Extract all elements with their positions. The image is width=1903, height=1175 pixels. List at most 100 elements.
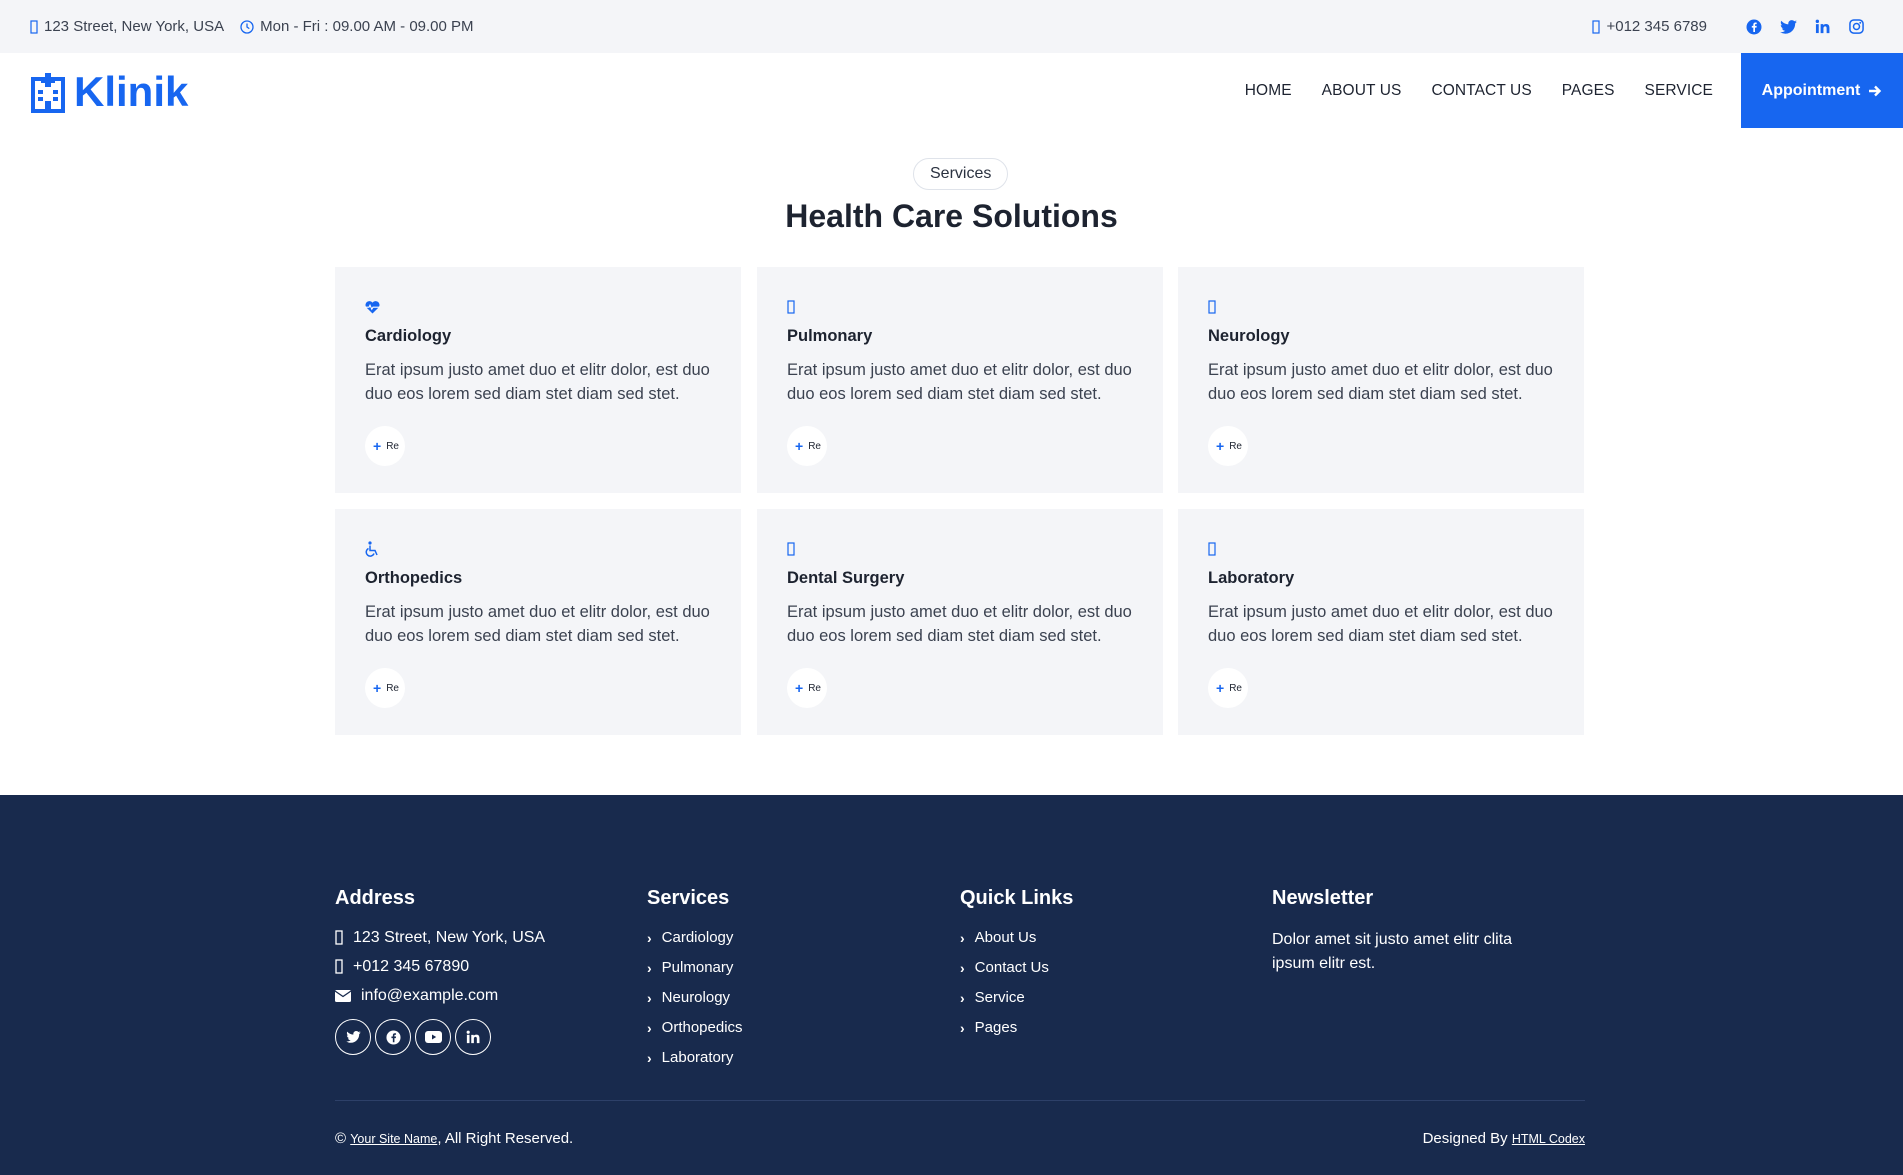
footer-link-orthopedics[interactable]: › Orthopedics bbox=[647, 1018, 743, 1037]
nav-service[interactable]: SERVICE bbox=[1645, 82, 1713, 100]
read-more-label: Re bbox=[386, 440, 399, 452]
footer-link-label: Laboratory bbox=[661, 1049, 734, 1066]
facebook-icon[interactable] bbox=[375, 1019, 411, 1055]
read-more-button[interactable]: + Re bbox=[365, 668, 405, 708]
section-title: Health Care Solutions bbox=[785, 198, 1118, 234]
topbar-phone-text: +012 345 6789 bbox=[1606, 18, 1707, 35]
footer-link-pulmonary[interactable]: › Pulmonary bbox=[647, 958, 743, 977]
chevron-right-icon: › bbox=[960, 1019, 965, 1036]
chevron-right-icon: › bbox=[647, 929, 652, 946]
main-nav: HOME ABOUT US CONTACT US PAGES SERVICE bbox=[1215, 53, 1713, 128]
read-more-button[interactable]: + Re bbox=[1208, 426, 1248, 466]
footer-link-neurology[interactable]: › Neurology bbox=[647, 988, 743, 1007]
copyright-text: , All Right Reserved. bbox=[437, 1130, 574, 1147]
nav-home[interactable]: HOME bbox=[1245, 82, 1292, 100]
service-card-cardiology[interactable]: Cardiology Erat ipsum justo amet duo et … bbox=[335, 267, 741, 493]
topbar-address-text: 123 Street, New York, USA bbox=[44, 18, 225, 35]
chevron-right-icon: › bbox=[647, 1019, 652, 1036]
linkedin-icon[interactable] bbox=[1805, 10, 1839, 44]
linkedin-icon[interactable] bbox=[455, 1019, 491, 1055]
service-text: Erat ipsum justo amet duo et elitr dolor… bbox=[365, 361, 710, 403]
twitter-icon[interactable] bbox=[335, 1019, 371, 1055]
footer-email: info@example.com bbox=[335, 986, 545, 1005]
service-title: Cardiology bbox=[365, 327, 452, 345]
footer-link-service[interactable]: › Service bbox=[960, 988, 1073, 1007]
service-card-neurology[interactable]: Neurology Erat ipsum justo amet duo et e… bbox=[1178, 267, 1584, 493]
footer-street-text: 123 Street, New York, USA bbox=[353, 928, 546, 946]
read-more-label: Re bbox=[1229, 440, 1242, 452]
navbar: Klinik HOME ABOUT US CONTACT US PAGES SE… bbox=[0, 53, 1903, 128]
footer-link-label: Cardiology bbox=[661, 929, 734, 946]
service-title: Dental Surgery bbox=[787, 569, 905, 587]
service-card-orthopedics[interactable]: Orthopedics Erat ipsum justo amet duo et… bbox=[335, 509, 741, 735]
designer-link[interactable]: HTML Codex bbox=[1512, 1132, 1585, 1146]
topbar-address: 123 Street, New York, USA bbox=[30, 18, 224, 35]
footer: Address 123 Street, New York, USA +012 3… bbox=[0, 795, 1903, 1175]
footer-link-label: Service bbox=[974, 989, 1025, 1006]
footer-link-label: Pulmonary bbox=[661, 959, 734, 976]
read-more-button[interactable]: + Re bbox=[787, 426, 827, 466]
read-more-label: Re bbox=[808, 440, 821, 452]
twitter-icon[interactable] bbox=[1771, 10, 1805, 44]
footer-link-label: Neurology bbox=[661, 989, 731, 1006]
read-more-button[interactable]: + Re bbox=[1208, 668, 1248, 708]
footer-heading: Newsletter bbox=[1272, 887, 1374, 909]
service-title: Orthopedics bbox=[365, 569, 463, 587]
plus-icon: + bbox=[1216, 438, 1225, 454]
service-card-pulmonary[interactable]: Pulmonary Erat ipsum justo amet duo et e… bbox=[757, 267, 1163, 493]
plus-icon: + bbox=[373, 680, 382, 696]
nav-pages[interactable]: PAGES bbox=[1562, 82, 1615, 100]
footer-street: 123 Street, New York, USA bbox=[335, 928, 545, 947]
plus-icon: + bbox=[373, 438, 382, 454]
chevron-right-icon: › bbox=[647, 959, 652, 976]
brand-logo[interactable]: Klinik bbox=[30, 68, 188, 116]
chevron-right-icon: › bbox=[960, 959, 965, 976]
footer-link-about-us[interactable]: › About Us bbox=[960, 928, 1073, 947]
footer-link-label: Orthopedics bbox=[661, 1019, 743, 1036]
service-card-dental-surgery[interactable]: Dental Surgery Erat ipsum justo amet duo… bbox=[757, 509, 1163, 735]
copyright: © Your Site Name, All Right Reserved. bbox=[335, 1130, 573, 1147]
service-title: Laboratory bbox=[1208, 569, 1295, 587]
footer-link-label: Contact Us bbox=[974, 959, 1049, 976]
services-badge: Services bbox=[913, 158, 1009, 190]
footer-link-cardiology[interactable]: › Cardiology bbox=[647, 928, 743, 947]
appointment-button[interactable]: Appointment bbox=[1741, 53, 1903, 128]
footer-phone: +012 345 67890 bbox=[335, 957, 545, 976]
footer-phone-text: +012 345 67890 bbox=[353, 957, 470, 975]
nav-about-us[interactable]: ABOUT US bbox=[1322, 82, 1402, 100]
footer-link-pages[interactable]: › Pages bbox=[960, 1018, 1073, 1037]
read-more-button[interactable]: + Re bbox=[787, 668, 827, 708]
map-marker-icon bbox=[30, 19, 38, 34]
youtube-icon[interactable] bbox=[415, 1019, 451, 1055]
footer-heading: Services bbox=[647, 887, 730, 909]
read-more-button[interactable]: + Re bbox=[365, 426, 405, 466]
service-text: Erat ipsum justo amet duo et elitr dolor… bbox=[1208, 603, 1553, 645]
service-card-laboratory[interactable]: Laboratory Erat ipsum justo amet duo et … bbox=[1178, 509, 1584, 735]
hospital-icon bbox=[31, 73, 65, 113]
chevron-right-icon: › bbox=[647, 1049, 652, 1066]
nav-contact-us[interactable]: CONTACT US bbox=[1431, 82, 1531, 100]
vial-icon bbox=[1208, 542, 1216, 556]
chevron-right-icon: › bbox=[647, 989, 652, 1006]
footer-link-contact-us[interactable]: › Contact Us bbox=[960, 958, 1073, 977]
tooth-icon bbox=[787, 542, 795, 556]
service-text: Erat ipsum justo amet duo et elitr dolor… bbox=[1208, 361, 1553, 403]
copyright-symbol: © bbox=[335, 1130, 347, 1147]
lungs-icon bbox=[787, 300, 795, 314]
chevron-right-icon: › bbox=[960, 989, 965, 1006]
phone-icon bbox=[335, 959, 343, 974]
designed-by: Designed By HTML Codex bbox=[1423, 1130, 1585, 1147]
footer-social bbox=[335, 1019, 545, 1055]
chevron-right-icon: › bbox=[960, 929, 965, 946]
footer-address: Address 123 Street, New York, USA +012 3… bbox=[335, 887, 545, 1055]
site-name-link[interactable]: Your Site Name bbox=[350, 1132, 437, 1146]
footer-link-laboratory[interactable]: › Laboratory bbox=[647, 1048, 743, 1067]
plus-icon: + bbox=[795, 680, 804, 696]
facebook-icon[interactable] bbox=[1737, 10, 1771, 44]
topbar-hours: Mon - Fri : 09.00 AM - 09.00 PM bbox=[240, 18, 474, 35]
brand-name: Klinik bbox=[74, 68, 189, 115]
plus-icon: + bbox=[1216, 680, 1225, 696]
envelope-icon bbox=[335, 989, 351, 1002]
instagram-icon[interactable] bbox=[1839, 10, 1873, 44]
service-text: Erat ipsum justo amet duo et elitr dolor… bbox=[365, 603, 710, 645]
